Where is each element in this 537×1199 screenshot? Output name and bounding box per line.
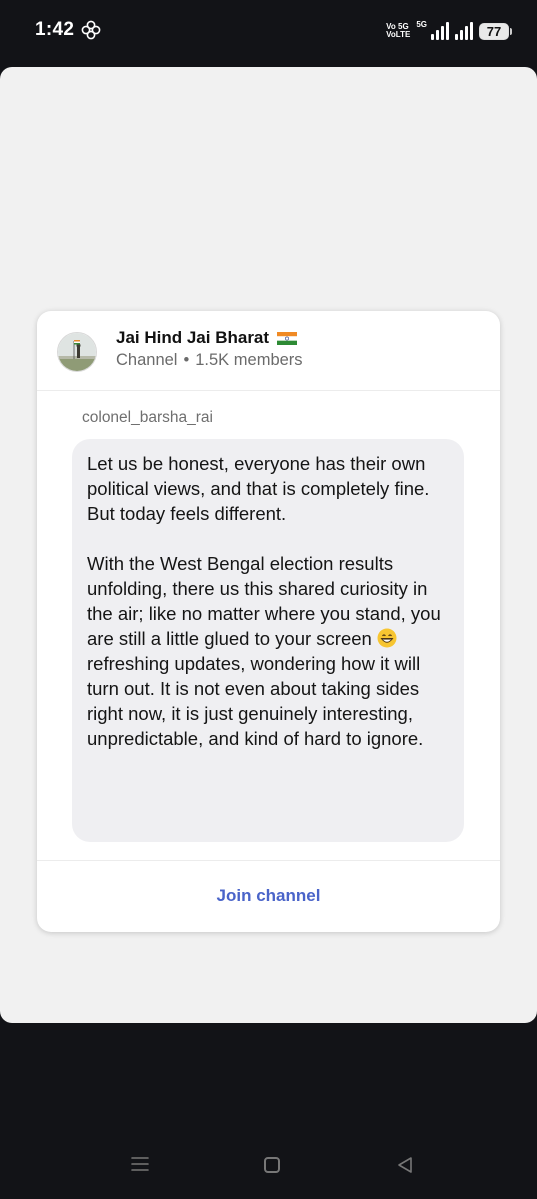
system-navigation-bar — [0, 1130, 537, 1199]
signal-strength-icon-sim2 — [455, 22, 473, 40]
avatar-image — [58, 333, 96, 371]
battery-level: 77 — [486, 23, 502, 39]
message-paragraph-2: With the West Bengal election results un… — [87, 553, 441, 749]
meta-separator: • — [183, 351, 190, 369]
bottom-sheet: Jai Hind Jai Bharat Channel • 1.5K members… — [0, 67, 537, 1023]
message-sender: colonel_barsha_rai — [82, 409, 213, 426]
5g-label: 5G — [416, 20, 427, 29]
back-icon[interactable] — [396, 1156, 414, 1174]
india-flag-icon — [277, 331, 298, 345]
status-indicators: Vo 5G VoLTE 5G 77 — [386, 19, 512, 43]
battery-icon: 77 — [479, 22, 512, 40]
message-paragraph-1: Let us be honest, everyone has their own… — [87, 453, 430, 524]
grinning-face-emoji-icon — [377, 628, 397, 648]
signal-strength-icon — [431, 22, 449, 40]
recent-apps-icon[interactable] — [131, 1156, 149, 1172]
app-notification-icon — [81, 20, 101, 40]
channel-header[interactable]: Jai Hind Jai Bharat Channel • 1.5K members — [37, 311, 500, 391]
network-type-label: Vo 5G VoLTE — [386, 22, 411, 39]
message-bubble: Let us be honest, everyone has their own… — [72, 439, 464, 842]
channel-type: Channel — [116, 351, 178, 369]
home-icon[interactable] — [264, 1157, 280, 1173]
join-channel-button[interactable]: Join channel — [217, 886, 321, 906]
channel-subtitle: Channel • 1.5K members — [116, 351, 303, 370]
channel-preview-card: Jai Hind Jai Bharat Channel • 1.5K members… — [37, 311, 500, 932]
card-footer: Join channel — [37, 860, 500, 933]
status-time: 1:42 — [35, 19, 75, 40]
member-count: 1.5K members — [195, 351, 303, 369]
status-bar: 1:42 Vo 5G VoLTE 5G 77 — [0, 0, 537, 60]
channel-title: Jai Hind Jai Bharat — [116, 328, 298, 348]
channel-avatar[interactable] — [57, 332, 97, 372]
